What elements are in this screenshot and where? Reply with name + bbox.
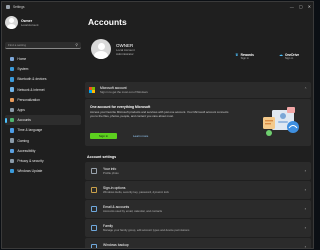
sidebar-profile[interactable]: Owner Local Account [5,16,38,29]
user-info: OWNER Local Account Administrator [116,43,135,56]
sidebar-item-system[interactable]: System [5,64,81,74]
settings-app-icon [6,5,10,9]
sidebar-item-label: Windows Update [17,169,43,174]
apps-icon [10,107,15,113]
onedrive-tile[interactable]: ☁ OneDrive Sign in [279,52,299,61]
sidebar-item-personalization[interactable]: Personalization [5,95,81,105]
chevron-right-icon: › [304,225,306,230]
sidebar-item-bluetooth-devices[interactable]: Bluetooth & devices [5,74,81,84]
sidebar-item-label: Personalization [17,97,40,102]
sidebar-item-label: Gaming [17,138,29,143]
sidebar-item-gaming[interactable]: Gaming [5,136,81,146]
settings-row-your-info[interactable]: Your info Profile photo › [85,162,311,180]
title-bar: Settings — ▢ ✕ [2,2,313,12]
sidebar-item-label: Accounts [17,118,31,123]
search-icon[interactable]: ⚲ [75,43,78,47]
sidebar-item-label: Bluetooth & devices [17,77,47,82]
settings-row-sign-in-options[interactable]: Sign-in options Windows Hello, security k… [85,181,311,199]
sign-in-button[interactable]: Sign in [90,133,117,139]
sidebar-item-windows-update[interactable]: Windows Update [5,166,81,176]
globe-icon [10,128,15,133]
search-input[interactable]: Find a setting ⚲ [5,42,81,49]
chevron-right-icon: › [304,206,306,211]
sidebar-item-label: Accessibility [17,148,36,153]
sidebar-item-label: Apps [17,108,25,113]
settings-row-subtitle: Manage your family group, edit account t… [103,227,190,232]
home-icon [10,56,15,62]
settings-window: Settings — ▢ ✕ Owner Local Account Find … [1,1,314,249]
brush-icon [10,97,15,103]
sidebar-item-label: Network & internet [17,87,45,92]
window-controls: — ▢ ✕ [290,4,311,9]
sidebar: Owner Local Account Find a setting ⚲ Hom… [2,12,84,248]
sidebar-item-home[interactable]: Home [5,54,81,64]
settings-row-subtitle: Accounts used by email, calendar, and co… [103,208,163,213]
microsoft-account-promo: One account for everything Microsoft Acc… [85,99,311,146]
sidebar-item-network-internet[interactable]: Network & internet [5,85,81,95]
sidebar-item-label: Time & language [17,128,43,133]
window-title: Settings [13,5,25,9]
sidebar-item-accessibility[interactable]: Accessibility [5,146,81,156]
settings-row-subtitle: Profile photo [103,170,119,175]
sidebar-item-label: System [17,67,29,72]
settings-row-family[interactable]: Family Manage your family group, edit acc… [85,219,311,237]
sidebar-item-privacy-security[interactable]: Privacy & security [5,156,81,166]
person-icon [10,118,15,123]
microsoft-account-header[interactable]: Microsoft account Sign in to get the mos… [85,82,311,98]
mail-icon [91,205,97,212]
maximize-button[interactable]: ▢ [299,4,303,9]
monitor-icon [10,67,15,72]
accounts-illustration [263,107,299,136]
sidebar-item-label: Privacy & security [17,158,44,163]
minimize-button[interactable]: — [290,4,294,9]
sidebar-item-accounts[interactable]: Accounts [5,115,81,126]
rewards-tile[interactable]: ♛ Rewards Sign in [235,52,254,61]
sidebar-item-apps[interactable]: Apps [5,105,81,115]
family-icon [91,224,97,231]
settings-row-windows-backup[interactable]: Windows backup Back up your files, apps, … [85,238,311,249]
settings-row-subtitle: Windows Hello, security key, password, d… [103,189,169,194]
promo-text: Access your favorite Microsoft products … [90,110,229,118]
key-icon [91,186,97,193]
chevron-right-icon: › [304,244,306,249]
sidebar-item-time-language[interactable]: Time & language [5,125,81,135]
shield-icon [10,158,15,164]
profile-account-type: Local Account [21,22,39,27]
user-avatar[interactable] [91,39,111,59]
close-button[interactable]: ✕ [308,4,311,9]
account-settings-heading: Account settings [87,155,117,159]
sidebar-item-label: Home [17,57,27,62]
network-icon [10,87,15,92]
rewards-sub: Sign in [240,57,249,60]
onedrive-sub: Sign in [285,57,294,60]
backup-icon [91,243,97,248]
cloud-icon: ☁ [279,52,283,57]
microsoft-account-subtitle: Sign in to get the most out of Windows [100,90,148,94]
chevron-right-icon: › [304,168,306,173]
user-role: Administrator [116,52,134,56]
chevron-right-icon: › [304,187,306,192]
sidebar-nav: Home System Bluetooth & devices Network & i… [5,54,81,176]
page-title: Accounts [88,17,127,27]
settings-row-email-accounts[interactable]: Email & accounts Accounts used by email, … [85,200,311,218]
microsoft-logo-icon [89,87,95,93]
avatar [5,16,18,29]
learn-more-link[interactable]: Learn more [133,134,148,138]
controller-icon [10,138,15,143]
settings-row-subtitle: Back up your files, apps, preferences to… [103,246,188,249]
update-icon [10,168,15,174]
main-content: Accounts OWNER Local Account Administrat… [85,12,313,249]
chevron-up-icon[interactable]: ⌃ [304,87,307,91]
person-card-icon [91,167,97,174]
trophy-icon: ♛ [235,52,239,57]
bluetooth-icon [10,77,15,82]
accessibility-icon [10,148,15,153]
search-placeholder: Find a setting [8,43,27,47]
